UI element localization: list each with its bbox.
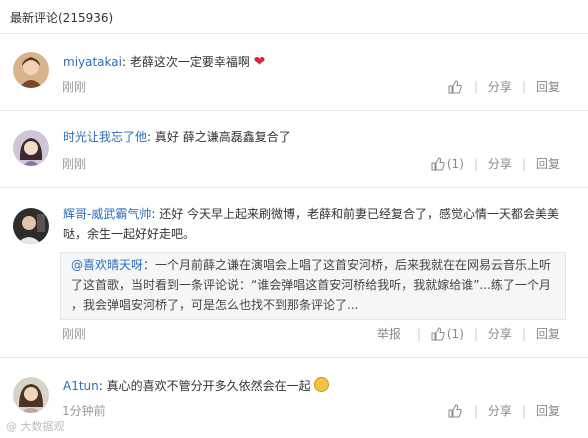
separator: | (473, 156, 478, 171)
share-button[interactable]: 分享 (488, 402, 512, 419)
separator: | (416, 326, 421, 341)
username-link[interactable]: miyatakai (63, 55, 122, 69)
comment-text: 老薛这次一定要幸福啊 (129, 55, 250, 69)
separator: | (521, 403, 526, 418)
quote-line: 了这首歌，当时看到一条评论说：“谁会弹唱这首安河桥给我听，我就嫁给谁”...练了… (71, 278, 551, 292)
comment-text-line: miyatakai: 老薛这次一定要幸福啊 ❤ (63, 54, 266, 70)
comment-time: 刚刚 (62, 80, 87, 94)
divider (0, 187, 588, 188)
quote-line: ，我会弹唱安河桥了，可是怎么也找不到那条评论了... (71, 298, 359, 312)
share-button[interactable]: 分享 (488, 155, 512, 172)
divider (0, 33, 588, 34)
username-link[interactable]: 时光让我忘了他 (63, 130, 147, 144)
divider (0, 110, 588, 111)
comment-text-line: 辉哥-威武霸气帅: 还好 今天早上起来刷微博，老薛和前妻已经复合了，感觉心情一天… (63, 207, 560, 221)
quoted-comment: @喜欢晴天呀：一个月前薛之谦在演唱会上唱了这首安河桥，后来我就在在网易云音乐上听… (60, 252, 566, 320)
quote-username-link[interactable]: @喜欢晴天呀 (71, 258, 143, 272)
comment-actions: | 分享 | 回复 (448, 402, 560, 419)
comment-text-line: A1tun: 真心的喜欢不管分开多久依然会在一起 (63, 375, 576, 396)
avatar[interactable] (13, 208, 49, 244)
like-button[interactable] (448, 79, 464, 94)
quote-text: 一个月前薛之谦在演唱会上唱了这首安河桥，后来我就在在网易云音乐上听 (155, 258, 552, 272)
comment-text: 真好 薛之谦高磊鑫复合了 (154, 130, 291, 144)
separator: | (473, 403, 478, 418)
username-link[interactable]: A1tun (63, 379, 99, 393)
avatar[interactable] (13, 52, 49, 88)
like-count: (1) (446, 156, 464, 171)
separator: | (521, 79, 526, 94)
reply-button[interactable]: 回复 (536, 155, 560, 172)
avatar[interactable] (13, 130, 49, 166)
thumbs-up-icon (431, 326, 445, 340)
comment-text-line: 哒，余生一起好好走吧。 (63, 227, 196, 241)
comment-actions: (1) | 分享 | 回复 (431, 155, 560, 172)
username-link[interactable]: 辉哥-威武霸气帅 (63, 207, 151, 221)
like-button[interactable] (448, 403, 464, 418)
comment-time: 刚刚 (62, 327, 87, 341)
share-button[interactable]: 分享 (488, 78, 512, 95)
like-button[interactable]: (1) (431, 157, 464, 171)
comment-actions: 举报 | (1) | 分享 | 回复 (377, 325, 560, 342)
watermark: @ 大数据观 (6, 420, 65, 433)
separator: | (473, 326, 478, 341)
comment-time: 1分钟前 (62, 404, 106, 418)
thumbs-up-icon (448, 79, 462, 93)
share-button[interactable]: 分享 (488, 325, 512, 342)
thumbs-up-icon (431, 156, 445, 170)
comment-actions: | 分享 | 回复 (448, 78, 560, 95)
like-count: (1) (446, 326, 464, 341)
reply-button[interactable]: 回复 (536, 78, 560, 95)
separator: | (473, 79, 478, 94)
comment-text: 真心的喜欢不管分开多久依然会在一起 (106, 379, 311, 393)
smiley-emoji-icon (314, 377, 330, 392)
reply-button[interactable]: 回复 (536, 402, 560, 419)
quote-line: @喜欢晴天呀：一个月前薛之谦在演唱会上唱了这首安河桥，后来我就在在网易云音乐上听 (71, 258, 552, 272)
report-button[interactable]: 举报 (377, 325, 401, 342)
heart-emoji-icon: ❤ (253, 54, 266, 70)
comment-time: 刚刚 (62, 157, 87, 171)
divider (0, 357, 588, 358)
reply-button[interactable]: 回复 (536, 325, 560, 342)
comment-text-line: 时光让我忘了他: 真好 薛之谦高磊鑫复合了 (63, 130, 291, 144)
comments-header: 最新评论(215936) (10, 11, 114, 25)
comment-text: 还好 今天早上起来刷微博，老薛和前妻已经复合了，感觉心情一天都会美美 (159, 207, 560, 221)
thumbs-up-icon (448, 403, 462, 417)
like-button[interactable]: (1) (431, 327, 464, 341)
separator: | (521, 326, 526, 341)
avatar[interactable] (13, 377, 49, 413)
separator: | (521, 156, 526, 171)
